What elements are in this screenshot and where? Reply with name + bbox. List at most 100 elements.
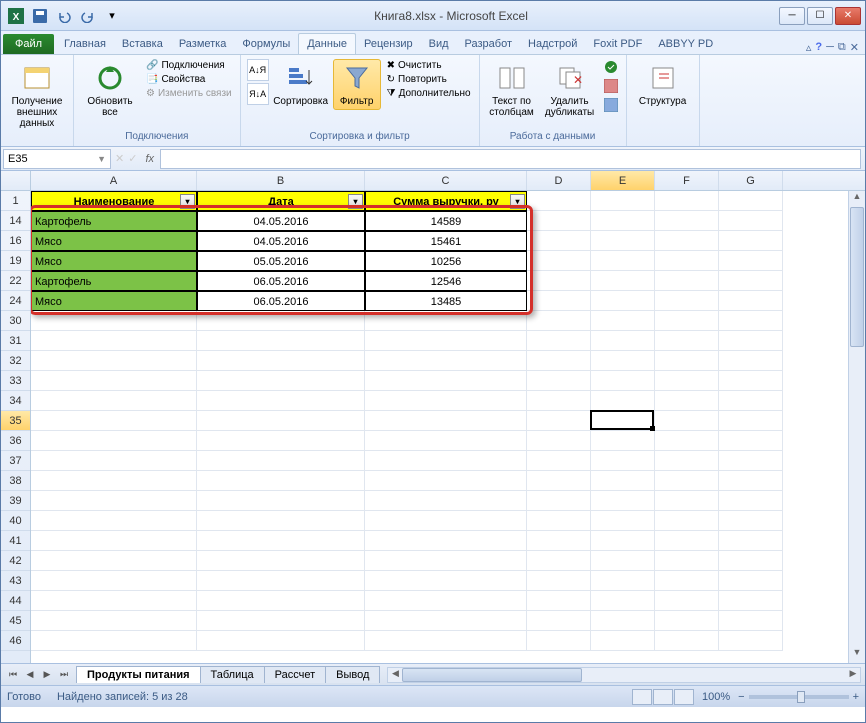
cell[interactable]	[197, 431, 365, 451]
cell[interactable]	[197, 551, 365, 571]
cell[interactable]	[365, 591, 527, 611]
cell[interactable]	[655, 491, 719, 511]
cell[interactable]	[527, 491, 591, 511]
tab-foxit[interactable]: Foxit PDF	[585, 34, 650, 54]
col-header-E[interactable]: E	[591, 171, 655, 190]
cells[interactable]: Наименование▾Дата▾Сумма выручки, ру▾Карт…	[31, 191, 865, 651]
cell[interactable]	[655, 531, 719, 551]
cell[interactable]	[31, 571, 197, 591]
filter-dropdown-icon[interactable]: ▾	[510, 194, 525, 209]
page-layout-button[interactable]	[653, 689, 673, 705]
enter-icon[interactable]: ✓	[126, 152, 139, 165]
cell[interactable]	[591, 471, 655, 491]
cell[interactable]: 13485	[365, 291, 527, 311]
cell[interactable]	[197, 591, 365, 611]
cell[interactable]: Мясо	[31, 231, 197, 251]
sheet-tab-table[interactable]: Таблица	[200, 666, 265, 683]
cell[interactable]: Мясо	[31, 251, 197, 271]
cell[interactable]	[527, 431, 591, 451]
cell[interactable]	[31, 511, 197, 531]
file-tab[interactable]: Файл	[3, 34, 54, 54]
cell[interactable]: 05.05.2016	[197, 251, 365, 271]
cell[interactable]: 06.05.2016	[197, 291, 365, 311]
cell[interactable]	[527, 471, 591, 491]
cell[interactable]: Картофель	[31, 211, 197, 231]
cell[interactable]	[591, 531, 655, 551]
cell[interactable]	[197, 331, 365, 351]
page-break-button[interactable]	[674, 689, 694, 705]
tab-review[interactable]: Рецензир	[356, 34, 421, 54]
cell[interactable]	[591, 631, 655, 651]
tab-abbyy[interactable]: ABBYY PD	[650, 34, 721, 54]
row-header[interactable]: 44	[1, 591, 30, 611]
cell[interactable]	[31, 311, 197, 331]
cell[interactable]	[527, 631, 591, 651]
formula-bar[interactable]	[160, 149, 861, 169]
cell[interactable]	[719, 611, 783, 631]
cell[interactable]	[527, 391, 591, 411]
doc-minimize-icon[interactable]: ─	[826, 41, 834, 54]
cell[interactable]	[591, 311, 655, 331]
cell[interactable]: Дата▾	[197, 191, 365, 211]
row-header[interactable]: 45	[1, 611, 30, 631]
col-header-D[interactable]: D	[527, 171, 591, 190]
cell[interactable]: 12546	[365, 271, 527, 291]
col-header-A[interactable]: A	[31, 171, 197, 190]
cell[interactable]	[365, 631, 527, 651]
excel-icon[interactable]: X	[5, 5, 27, 27]
scroll-right-icon[interactable]: ▶	[846, 668, 860, 679]
cell[interactable]	[527, 531, 591, 551]
row-header[interactable]: 36	[1, 431, 30, 451]
clear-filter-button[interactable]: ✖Очистить	[385, 59, 473, 72]
cell[interactable]	[31, 431, 197, 451]
fx-icon[interactable]: fx	[139, 153, 160, 165]
cell[interactable]	[655, 571, 719, 591]
external-data-button[interactable]: Получение внешних данных	[7, 59, 67, 132]
cell[interactable]	[719, 351, 783, 371]
cell[interactable]	[31, 391, 197, 411]
row-header[interactable]: 38	[1, 471, 30, 491]
cell[interactable]	[655, 311, 719, 331]
cell[interactable]	[591, 251, 655, 271]
cell[interactable]	[527, 331, 591, 351]
row-header[interactable]: 40	[1, 511, 30, 531]
cell[interactable]	[591, 291, 655, 311]
cell[interactable]	[365, 411, 527, 431]
advanced-filter-button[interactable]: ⧩Дополнительно	[385, 87, 473, 100]
cell[interactable]	[365, 611, 527, 631]
cell[interactable]	[591, 491, 655, 511]
save-icon[interactable]	[29, 5, 51, 27]
cell[interactable]	[31, 331, 197, 351]
zoom-in-button[interactable]: +	[853, 691, 859, 703]
tab-developer[interactable]: Разработ	[457, 34, 520, 54]
cell[interactable]	[527, 191, 591, 211]
row-header[interactable]: 1	[1, 191, 30, 211]
cell[interactable]: Сумма выручки, ру▾	[365, 191, 527, 211]
doc-close-icon[interactable]: ✕	[850, 41, 859, 54]
cell[interactable]	[527, 211, 591, 231]
cell[interactable]	[31, 371, 197, 391]
row-header[interactable]: 16	[1, 231, 30, 251]
cell[interactable]	[655, 371, 719, 391]
sheet-tab-products[interactable]: Продукты питания	[76, 666, 201, 683]
cell[interactable]	[527, 551, 591, 571]
cell[interactable]	[197, 371, 365, 391]
cell[interactable]	[31, 351, 197, 371]
row-header[interactable]: 34	[1, 391, 30, 411]
row-header[interactable]: 24	[1, 291, 30, 311]
col-header-F[interactable]: F	[655, 171, 719, 190]
cell[interactable]	[527, 591, 591, 611]
help-icon[interactable]: ?	[815, 41, 822, 54]
zoom-slider[interactable]	[749, 695, 849, 699]
cell[interactable]	[591, 451, 655, 471]
cell[interactable]	[591, 191, 655, 211]
tab-data[interactable]: Данные	[298, 33, 356, 54]
consolidate-button[interactable]	[602, 78, 620, 94]
maximize-button[interactable]: ☐	[807, 7, 833, 25]
cell[interactable]	[719, 331, 783, 351]
cell[interactable]	[591, 231, 655, 251]
cell[interactable]	[719, 231, 783, 251]
cell[interactable]	[719, 251, 783, 271]
cell[interactable]	[31, 411, 197, 431]
cell[interactable]	[527, 351, 591, 371]
